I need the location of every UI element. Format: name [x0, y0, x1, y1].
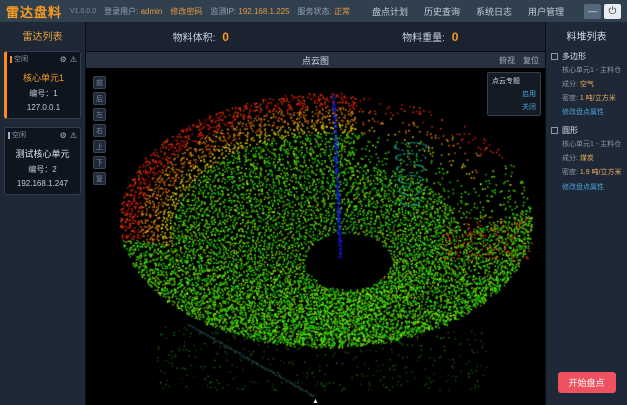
- monitor-ip: 监测IP: 192.168.1.225: [210, 6, 289, 17]
- unit-ip: 192.168.1.247: [8, 179, 77, 188]
- main-area: 雷达列表 空闲 ⚙ ⚠ 核心单元1 编号：1 127.0.0.1 空闲 ⚙ ⚠: [0, 22, 627, 405]
- unit-status: 空闲: [12, 130, 26, 140]
- radar-unit-card[interactable]: 空闲 ⚙ ⚠ 测试核心单元 编号：2 192.168.1.247: [4, 127, 81, 195]
- warning-icon[interactable]: ⚠: [70, 55, 77, 64]
- viewer-header: 点云图 俯视 复位: [86, 52, 545, 68]
- view-right-button[interactable]: 右: [93, 124, 106, 137]
- pile-unit: 核心单元1 - 主料仓: [562, 140, 622, 150]
- material-weight-stat: 物料重量: 0: [402, 29, 458, 44]
- top-view-link[interactable]: 俯视: [499, 55, 515, 66]
- radar-unit-card[interactable]: 空闲 ⚙ ⚠ 核心单元1 编号：1 127.0.0.1: [4, 51, 81, 119]
- overlay-title: 点云专题: [492, 76, 536, 86]
- service-status: 服务状态: 正常: [298, 6, 350, 17]
- view-back-button[interactable]: 后: [93, 92, 106, 105]
- composition-label: 成分:: [562, 155, 578, 162]
- edit-inventory-attrs-link[interactable]: 修改盘点属性: [562, 182, 622, 192]
- view-up-button[interactable]: 上: [93, 140, 106, 153]
- app-version: V1.0.0.0: [70, 8, 96, 15]
- gear-icon[interactable]: ⚙: [60, 55, 67, 64]
- pile-composition: 成分: 煤炭: [562, 154, 622, 164]
- pile-density: 密度: 1.9 吨/立方米: [562, 168, 622, 178]
- unit-name: 测试核心单元: [8, 147, 77, 160]
- pile-name: 圆形: [562, 125, 578, 136]
- change-password-link[interactable]: 修改密码: [170, 6, 202, 17]
- warning-icon[interactable]: ⚠: [70, 131, 77, 140]
- pile-composition: 成分: 空气: [562, 80, 622, 90]
- composition-label: 成分:: [562, 81, 578, 88]
- pile-name: 多边形: [562, 51, 586, 62]
- nav-system-log[interactable]: 系统日志: [476, 5, 512, 18]
- overlay-enable-link[interactable]: 启用: [492, 89, 536, 99]
- point-cloud-overlay-panel: 点云专题 启用 关闭: [487, 72, 541, 116]
- pile-item: 多边形 核心单元1 - 主料仓 成分: 空气 密度: 1 吨/立方米 修改盘点属…: [546, 47, 627, 121]
- collapse-handle-icon[interactable]: ▲: [312, 398, 319, 405]
- edit-inventory-attrs-link[interactable]: 修改盘点属性: [562, 107, 622, 117]
- density-label: 密度:: [562, 95, 578, 102]
- window-controls: — ⏻: [584, 4, 621, 19]
- material-weight-value: 0: [452, 30, 459, 44]
- density-value: 1 吨/立方米: [580, 95, 616, 102]
- material-volume-label: 物料体积:: [173, 33, 216, 44]
- radar-list-panel: 雷达列表 空闲 ⚙ ⚠ 核心单元1 编号：1 127.0.0.1 空闲 ⚙ ⚠: [0, 22, 86, 405]
- title-bar: 雷达盘料 V1.0.0.0 登录用户: admin 修改密码 监测IP: 192…: [0, 0, 627, 22]
- nav-inventory-plan[interactable]: 盘点计划: [372, 5, 408, 18]
- monitor-ip-value: 192.168.1.225: [238, 7, 289, 16]
- app-logo: 雷达盘料: [6, 2, 62, 21]
- login-user-label: 登录用户:: [104, 7, 138, 16]
- material-volume-value: 0: [222, 30, 229, 44]
- nav-history-query[interactable]: 历史查询: [424, 5, 460, 18]
- start-inventory-button[interactable]: 开始盘点: [558, 372, 616, 393]
- service-status-value: 正常: [334, 7, 350, 16]
- nav-user-management[interactable]: 用户管理: [528, 5, 564, 18]
- unit-number: 编号：2: [8, 164, 77, 175]
- main-nav: 盘点计划 历史查询 系统日志 用户管理: [372, 5, 564, 18]
- pile-list-panel: 料堆列表 多边形 核心单元1 - 主料仓 成分: 空气 密度: 1 吨/立方米 …: [545, 22, 627, 405]
- point-cloud-canvas[interactable]: [86, 68, 543, 404]
- point-cloud-viewer: 点云图 俯视 复位 前 后 左 右 上 下 复 点云专题: [86, 52, 545, 405]
- material-volume-stat: 物料体积: 0: [173, 29, 229, 44]
- overlay-disable-link[interactable]: 关闭: [492, 102, 536, 112]
- view-reset-button[interactable]: 复: [93, 172, 106, 185]
- view-toolbar: 前 后 左 右 上 下 复: [93, 76, 106, 185]
- material-weight-label: 物料重量:: [402, 33, 445, 44]
- composition-value: 煤炭: [580, 155, 594, 162]
- pile-unit: 核心单元1 - 主料仓: [562, 66, 622, 76]
- view-down-button[interactable]: 下: [93, 156, 106, 169]
- minimize-button[interactable]: —: [584, 4, 601, 19]
- status-tick: [10, 56, 12, 63]
- unit-ip: 127.0.0.1: [10, 103, 77, 112]
- radar-list-title: 雷达列表: [0, 22, 85, 49]
- status-tick: [8, 132, 10, 139]
- unit-name: 核心单元1: [10, 71, 77, 84]
- center-column: 物料体积: 0 物料重量: 0 点云图 俯视 复位 前 后: [86, 22, 545, 405]
- monitor-ip-label: 监测IP:: [210, 7, 236, 16]
- canvas-area: 前 后 左 右 上 下 复 点云专题 启用 关闭 ▲: [86, 68, 545, 405]
- pile-density: 密度: 1 吨/立方米: [562, 94, 622, 104]
- login-user-value: admin: [141, 7, 163, 16]
- pile-item: 圆形 核心单元1 - 主料仓 成分: 煤炭 密度: 1.9 吨/立方米 修改盘点…: [546, 121, 627, 195]
- view-front-button[interactable]: 前: [93, 76, 106, 89]
- density-value: 1.9 吨/立方米: [580, 169, 622, 176]
- unit-status: 空闲: [14, 54, 28, 64]
- power-button[interactable]: ⏻: [604, 4, 621, 19]
- stats-bar: 物料体积: 0 物料重量: 0: [86, 22, 545, 52]
- pile-list-title: 料堆列表: [546, 22, 627, 47]
- gear-icon[interactable]: ⚙: [60, 131, 67, 140]
- view-left-button[interactable]: 左: [93, 108, 106, 121]
- checkbox-icon[interactable]: [551, 53, 558, 60]
- viewer-title: 点云图: [302, 54, 329, 67]
- checkbox-icon[interactable]: [551, 127, 558, 134]
- service-status-label: 服务状态:: [298, 7, 332, 16]
- login-user: 登录用户: admin: [104, 6, 162, 17]
- composition-value: 空气: [580, 81, 594, 88]
- pile-name-row[interactable]: 多边形: [551, 51, 622, 62]
- pile-name-row[interactable]: 圆形: [551, 125, 622, 136]
- reset-view-link[interactable]: 复位: [523, 55, 539, 66]
- density-label: 密度:: [562, 169, 578, 176]
- unit-number: 编号：1: [10, 88, 77, 99]
